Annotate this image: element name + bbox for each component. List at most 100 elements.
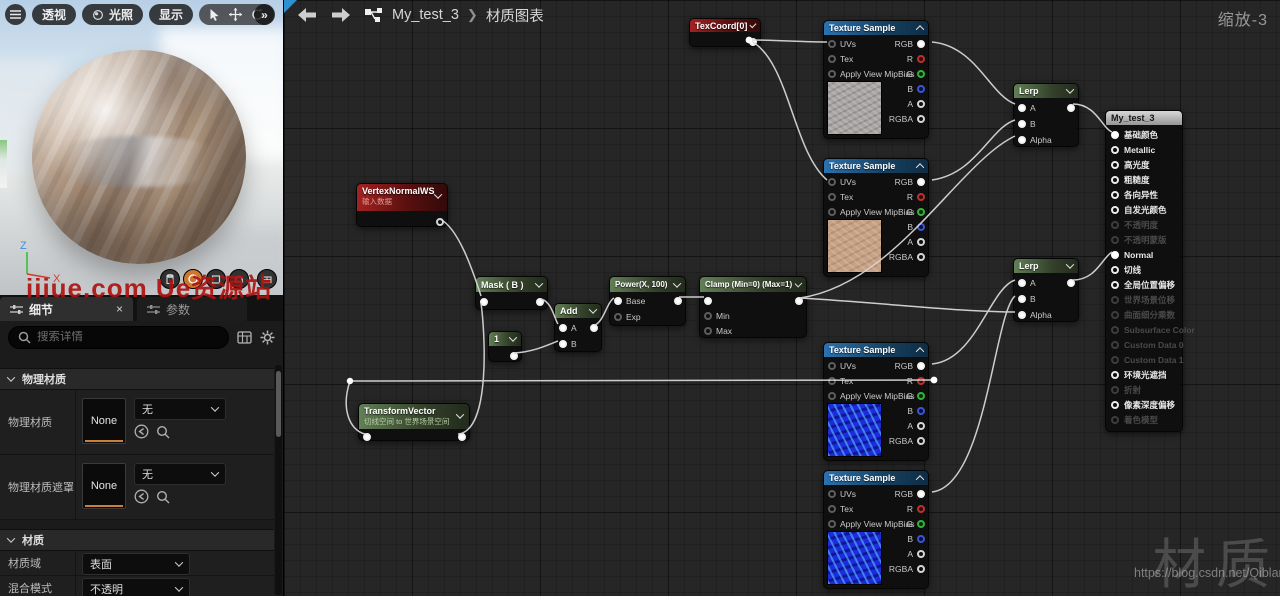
physical-material-mask-select[interactable]: 无 (134, 463, 226, 485)
pin-specular[interactable]: 高光度 (1106, 157, 1182, 172)
use-selected-icon[interactable] (134, 424, 149, 439)
pin-rgba[interactable]: RGBA (889, 250, 925, 263)
transform-output-pin[interactable] (458, 430, 466, 443)
node-clamp[interactable]: Clamp (Min=0) (Max=1) Min Max (699, 276, 807, 338)
move-tool-icon[interactable] (229, 8, 242, 21)
lerp-output-pin[interactable] (1067, 101, 1075, 114)
lerp-input-a[interactable]: A (1018, 101, 1036, 114)
pin-anisotropy[interactable]: 各向异性 (1106, 187, 1182, 202)
lerp-input-b[interactable]: B (1018, 117, 1036, 130)
section-physical-material[interactable]: 物理材质 (0, 368, 274, 390)
mask-output-pin[interactable] (536, 295, 544, 308)
search-box[interactable] (8, 326, 229, 349)
pin-rgb[interactable]: RGB (895, 359, 925, 372)
forward-button[interactable] (330, 7, 352, 23)
pin-base-color[interactable]: 基础颜色 (1106, 127, 1182, 142)
pin-b[interactable]: B (907, 82, 925, 95)
breadcrumb-asset[interactable]: My_test_3 (392, 7, 459, 23)
node-material-output[interactable]: My_test_3 基础颜色 Metallic 高光度 粗糙度 各向异性 自发光… (1105, 110, 1183, 432)
clamp-input-max[interactable]: Max (704, 324, 732, 337)
pin-uvs[interactable]: UVs (828, 37, 856, 50)
pin-a[interactable]: A (907, 419, 925, 432)
pin-ambient-occlusion[interactable]: 环境光遮挡 (1106, 367, 1182, 382)
pin-b[interactable]: B (907, 404, 925, 417)
transform-input-pin[interactable] (363, 430, 371, 443)
node-texture-sample-2[interactable]: Texture Sample UVs Tex Apply View MipBia… (823, 158, 929, 277)
node-mask-b[interactable]: Mask ( B ) (475, 276, 548, 310)
toolbar-expand-button[interactable]: » (254, 4, 275, 25)
lerp-output-pin[interactable] (1067, 276, 1075, 289)
add-input-b[interactable]: B (559, 337, 577, 350)
pin-rgba[interactable]: RGBA (889, 562, 925, 575)
node-constant-one[interactable]: 1 (488, 331, 522, 362)
preview-sphere[interactable] (32, 50, 246, 264)
perspective-button[interactable]: 透视 (32, 4, 76, 25)
add-input-a[interactable]: A (559, 321, 577, 334)
pin-metallic[interactable]: Metallic (1106, 142, 1182, 157)
node-texture-sample-1[interactable]: Texture Sample UVs Tex Apply View MipBia… (823, 20, 929, 139)
browse-icon[interactable] (156, 425, 170, 439)
pin-rgb[interactable]: RGB (895, 37, 925, 50)
display-filter-button[interactable] (237, 331, 252, 344)
node-vertex-normal-ws[interactable]: VertexNormalWS 输入数据 (356, 183, 448, 227)
physical-material-thumbnail[interactable]: None (82, 398, 126, 444)
pin-mipbias[interactable]: Apply View MipBias (828, 205, 915, 218)
search-input[interactable] (37, 331, 219, 343)
power-input-base[interactable]: Base (614, 294, 645, 307)
node-power[interactable]: Power(X, 100) Base Exp (609, 276, 686, 326)
pin-r[interactable]: R (907, 52, 925, 65)
vertexnormal-output-pin[interactable] (436, 215, 444, 228)
clamp-input-min[interactable]: Min (704, 309, 730, 322)
pin-b[interactable]: B (907, 220, 925, 233)
back-button[interactable] (296, 7, 318, 23)
panel-scrollbar[interactable] (275, 365, 282, 595)
constant-output-pin[interactable] (510, 349, 518, 362)
section-material[interactable]: 材质 (0, 529, 274, 551)
pin-normal[interactable]: Normal (1106, 247, 1182, 262)
pin-a[interactable]: A (907, 235, 925, 248)
material-graph-canvas[interactable]: TexCoord[0] Texture Sample UVs Tex Apply… (283, 0, 1280, 596)
lerp-input-b[interactable]: B (1018, 292, 1036, 305)
texcoord-output-pin[interactable] (749, 35, 757, 48)
pin-roughness[interactable]: 粗糙度 (1106, 172, 1182, 187)
mask-input-pin[interactable] (480, 295, 488, 308)
pin-world-position-offset[interactable]: 全局位置偏移 (1106, 277, 1182, 292)
pin-tex[interactable]: Tex (828, 502, 853, 515)
node-lerp-2[interactable]: Lerp A B Alpha (1013, 258, 1079, 322)
pin-mipbias[interactable]: Apply View MipBias (828, 517, 915, 530)
pin-rgb[interactable]: RGB (895, 175, 925, 188)
material-preview-viewport[interactable]: 透视 光照 显示 » Z X (0, 0, 283, 295)
pin-g[interactable]: G (906, 389, 925, 402)
pin-tangent[interactable]: 切线 (1106, 262, 1182, 277)
physical-material-select[interactable]: 无 (134, 398, 226, 420)
pin-r[interactable]: R (907, 374, 925, 387)
pin-mipbias[interactable]: Apply View MipBias (828, 67, 915, 80)
pin-uvs[interactable]: UVs (828, 487, 856, 500)
breadcrumb-page[interactable]: 材质图表 (486, 5, 544, 26)
node-texture-sample-3[interactable]: Texture Sample UVs Tex Apply View MipBia… (823, 342, 929, 461)
add-output-pin[interactable] (590, 321, 598, 334)
settings-button[interactable] (260, 330, 275, 345)
pin-r[interactable]: R (907, 190, 925, 203)
clamp-output-pin[interactable] (795, 294, 803, 307)
physical-material-mask-thumbnail[interactable]: None (82, 463, 126, 509)
browse-icon[interactable] (156, 490, 170, 504)
scrollbar-thumb[interactable] (276, 371, 281, 437)
pin-uvs[interactable]: UVs (828, 359, 856, 372)
lerp-input-a[interactable]: A (1018, 276, 1036, 289)
power-output-pin[interactable] (674, 294, 682, 307)
show-button[interactable]: 显示 (149, 4, 193, 25)
node-texture-sample-4[interactable]: Texture Sample UVs Tex Apply View MipBia… (823, 470, 929, 589)
pin-g[interactable]: G (906, 205, 925, 218)
clamp-input-pin[interactable] (704, 294, 712, 307)
pin-b[interactable]: B (907, 532, 925, 545)
pin-tex[interactable]: Tex (828, 52, 853, 65)
lerp-input-alpha[interactable]: Alpha (1018, 308, 1052, 321)
use-selected-icon[interactable] (134, 489, 149, 504)
blend-mode-select[interactable]: 不透明 (82, 578, 190, 596)
lerp-input-alpha[interactable]: Alpha (1018, 133, 1052, 146)
pin-g[interactable]: G (906, 517, 925, 530)
power-input-exp[interactable]: Exp (614, 310, 641, 323)
pin-uvs[interactable]: UVs (828, 175, 856, 188)
pin-mipbias[interactable]: Apply View MipBias (828, 389, 915, 402)
